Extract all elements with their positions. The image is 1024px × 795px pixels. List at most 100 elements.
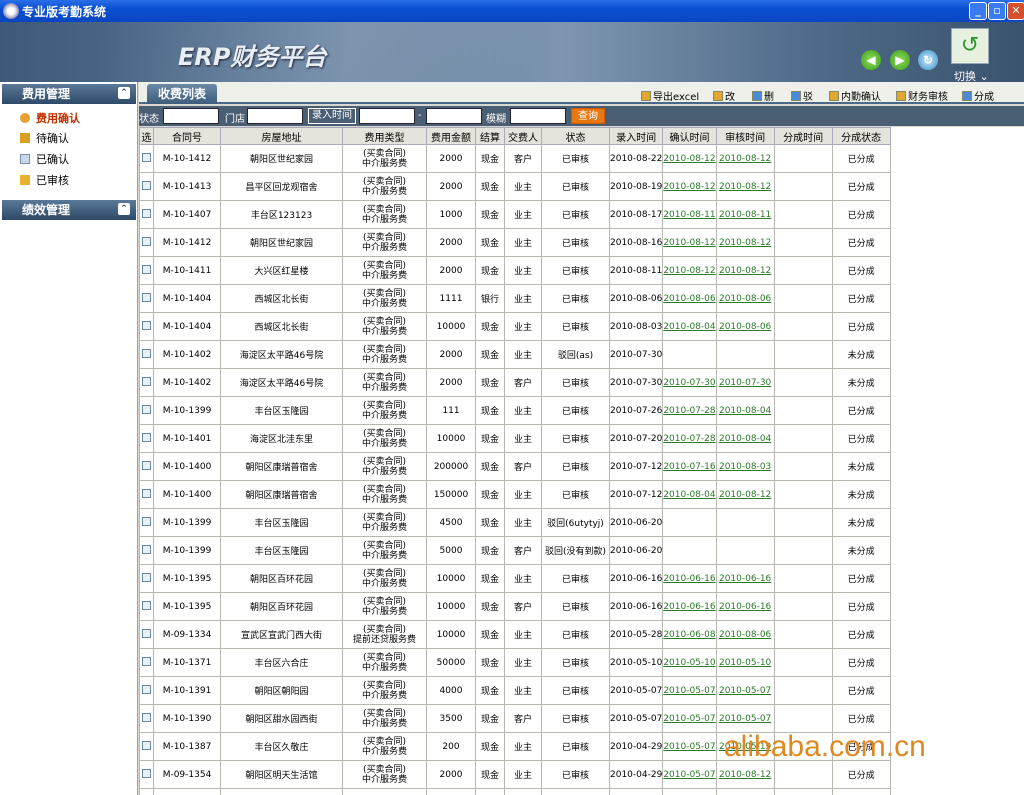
- reject-button[interactable]: 驳: [791, 88, 813, 103]
- sidebar-item-fee-confirm[interactable]: 费用确认: [20, 110, 80, 126]
- date-link[interactable]: 2010-07-30: [664, 378, 715, 388]
- table-row[interactable]: M-10-1401 海淀区北洼东里 (买卖合同) 中介服务费 10000 现金 业主 已审核 2…: [139, 424, 891, 453]
- sidebar-item-pending[interactable]: 待确认: [20, 130, 69, 146]
- date-link[interactable]: 2010-06-16: [664, 574, 715, 584]
- row-checkbox[interactable]: [142, 572, 151, 582]
- row-checkbox[interactable]: [142, 152, 151, 162]
- table-row[interactable]: M-10-1407 丰台区123123 (买卖合同) 中介服务费 1000 现金 业主 已审核…: [139, 200, 891, 229]
- column-header[interactable]: 房屋地址: [220, 127, 343, 145]
- date-link[interactable]: 2010-08-12: [664, 154, 715, 164]
- export-excel-button[interactable]: 导出excel: [641, 88, 699, 103]
- collapse-icon[interactable]: ⌃: [118, 203, 130, 215]
- date-link[interactable]: 2010-08-12: [719, 490, 771, 500]
- row-checkbox[interactable]: [142, 348, 151, 358]
- date-link[interactable]: 2010-08-11: [719, 210, 771, 220]
- entry-time-start-input[interactable]: [359, 108, 415, 124]
- delete-button[interactable]: 删: [752, 88, 774, 103]
- column-header[interactable]: 费用金额: [426, 127, 476, 145]
- minimize-button[interactable]: _: [969, 2, 987, 20]
- finance-audit-button[interactable]: 财务审核: [896, 88, 948, 103]
- sidebar-item-audited[interactable]: 已审核: [20, 172, 69, 188]
- row-checkbox[interactable]: [142, 376, 151, 386]
- date-link[interactable]: 2010-05-07: [719, 714, 771, 724]
- column-header[interactable]: 交费人: [504, 127, 542, 145]
- table-row[interactable]: M-10-1413 昌平区回龙观宿舍 (买卖合同) 中介服务费 2000 现金 业主 已审核 2…: [139, 172, 891, 201]
- date-link[interactable]: 2010-05-07: [719, 686, 771, 696]
- date-link[interactable]: 2010-08-11: [664, 210, 715, 220]
- row-checkbox[interactable]: [142, 432, 151, 442]
- row-checkbox[interactable]: [142, 516, 151, 526]
- table-row[interactable]: M-10-1395 朝阳区百环花园 (买卖合同) 中介服务费 10000 现金 客户 已审核 2…: [139, 592, 891, 621]
- tab-fee-list[interactable]: 收费列表: [147, 84, 217, 104]
- date-link[interactable]: 2010-08-06: [719, 294, 771, 304]
- date-link[interactable]: 2010-08-12: [664, 182, 715, 192]
- row-checkbox[interactable]: [142, 460, 151, 470]
- table-row[interactable]: M-10-1399 丰台区玉隆园 (买卖合同) 中介服务费 5000 现金 客户 驳回(没有到…: [139, 536, 891, 565]
- table-row[interactable]: M-10-1395 朝阳区百环花园 (买卖合同) 中介服务费 10000 现金 业主 已审核 2…: [139, 564, 891, 593]
- column-header[interactable]: 费用类型: [342, 127, 427, 145]
- table-row[interactable]: M-10-1402 海淀区太平路46号院 (买卖合同) 中介服务费 2000 现金 业主 驳回…: [139, 340, 891, 369]
- sidebar-section-performance[interactable]: 绩效管理 ⌃: [2, 200, 136, 220]
- office-confirm-button[interactable]: 内勤确认: [829, 88, 881, 103]
- table-row[interactable]: M-10-1404 西城区北长街 (买卖合同) 中介服务费 10000 现金 业主 已审核 20…: [139, 312, 891, 341]
- date-link[interactable]: 2010-07-16: [664, 462, 715, 472]
- row-checkbox[interactable]: [142, 264, 151, 274]
- column-header[interactable]: 确认时间: [662, 127, 717, 145]
- fuzzy-search-input[interactable]: [510, 108, 566, 124]
- column-header[interactable]: 分成时间: [773, 127, 833, 145]
- collapse-icon[interactable]: ⌃: [118, 87, 130, 99]
- date-link[interactable]: 2010-08-06: [719, 630, 771, 640]
- maximize-button[interactable]: ▫: [988, 2, 1006, 20]
- date-link[interactable]: 2010-08-12: [719, 770, 771, 780]
- date-link[interactable]: 2010-08-12: [664, 238, 715, 248]
- date-link[interactable]: 2010-05-10: [664, 658, 715, 668]
- row-checkbox[interactable]: [142, 684, 151, 694]
- date-link[interactable]: 2010-08-12: [664, 266, 715, 276]
- table-row[interactable]: M-10-1402 海淀区太平路46号院 (买卖合同) 中介服务费 2000 现金 客户 已审…: [139, 368, 891, 397]
- row-checkbox[interactable]: [142, 628, 151, 638]
- row-checkbox[interactable]: [142, 600, 151, 610]
- edit-button[interactable]: 改: [713, 88, 735, 103]
- row-checkbox[interactable]: [142, 488, 151, 498]
- table-row[interactable]: M-10-1400 朝阳区康瑞普宿舍 (买卖合同) 中介服务费 200000 现金 客户 已审…: [139, 452, 891, 481]
- date-link[interactable]: 2010-05-07: [664, 770, 715, 780]
- table-row[interactable]: M-10-1412 朝阳区世纪家园 (买卖合同) 中介服务费 2000 现金 客户 已审核 20…: [139, 144, 891, 173]
- refresh-icon[interactable]: ↻: [918, 50, 938, 70]
- table-row[interactable]: M-10-1371 丰台区六合庄 (买卖合同) 中介服务费 50000 现金 业主 已审核 20…: [139, 648, 891, 677]
- column-header[interactable]: 合同号: [153, 127, 221, 145]
- date-link[interactable]: 2010-08-06: [719, 322, 771, 332]
- entry-time-end-input[interactable]: [426, 108, 482, 124]
- date-link[interactable]: 2010-06-08: [664, 630, 715, 640]
- switch-label[interactable]: 切换 ⌄: [954, 68, 989, 82]
- table-row[interactable]: M-10-1411 大兴区红星楼 (买卖合同) 中介服务费 2000 现金 业主 已审核 201…: [139, 256, 891, 285]
- date-link[interactable]: 2010-08-04: [719, 434, 771, 444]
- switch-icon[interactable]: ↺: [951, 28, 989, 64]
- table-row[interactable]: M-10-1390 朝阳区甜水园西街 (买卖合同) 中介服务费 3500 现金 客户 已审核 2…: [139, 704, 891, 733]
- date-link[interactable]: 2010-05-07: [664, 742, 715, 752]
- date-link[interactable]: 2010-08-04: [664, 490, 715, 500]
- date-link[interactable]: 2010-08-03: [719, 462, 771, 472]
- date-link[interactable]: 2010-06-16: [664, 602, 715, 612]
- date-link[interactable]: 2010-08-06: [664, 294, 715, 304]
- table-row[interactable]: M-10-1399 丰台区玉隆园 (买卖合同) 中介服务费 111 现金 业主 已审核 2010…: [139, 396, 891, 425]
- row-checkbox[interactable]: [142, 544, 151, 554]
- date-link[interactable]: 2010-08-12: [719, 182, 771, 192]
- query-button[interactable]: 查询: [571, 108, 605, 124]
- date-link[interactable]: 2010-05-10: [719, 658, 771, 668]
- row-checkbox[interactable]: [142, 404, 151, 414]
- row-checkbox[interactable]: [142, 292, 151, 302]
- table-row[interactable]: (买卖合同): [139, 788, 891, 795]
- row-checkbox[interactable]: [142, 768, 151, 778]
- date-link[interactable]: 2010-07-28: [664, 434, 715, 444]
- column-header[interactable]: 审核时间: [715, 127, 775, 145]
- date-link[interactable]: 2010-06-16: [719, 602, 771, 612]
- column-header[interactable]: 结算: [475, 127, 505, 145]
- date-link[interactable]: 2010-08-12: [719, 154, 771, 164]
- column-header[interactable]: 录入时间: [608, 127, 664, 145]
- table-row[interactable]: M-10-1412 朝阳区世纪家园 (买卖合同) 中介服务费 2000 现金 业主 已审核 20…: [139, 228, 891, 257]
- table-row[interactable]: M-10-1400 朝阳区康瑞普宿舍 (买卖合同) 中介服务费 150000 现金 业主 已审…: [139, 480, 891, 509]
- sidebar-item-confirmed[interactable]: 已确认: [20, 151, 69, 167]
- back-arrow-icon[interactable]: ◀: [861, 50, 881, 70]
- date-link[interactable]: 2010-08-04: [719, 406, 771, 416]
- split-button[interactable]: 分成: [962, 88, 994, 103]
